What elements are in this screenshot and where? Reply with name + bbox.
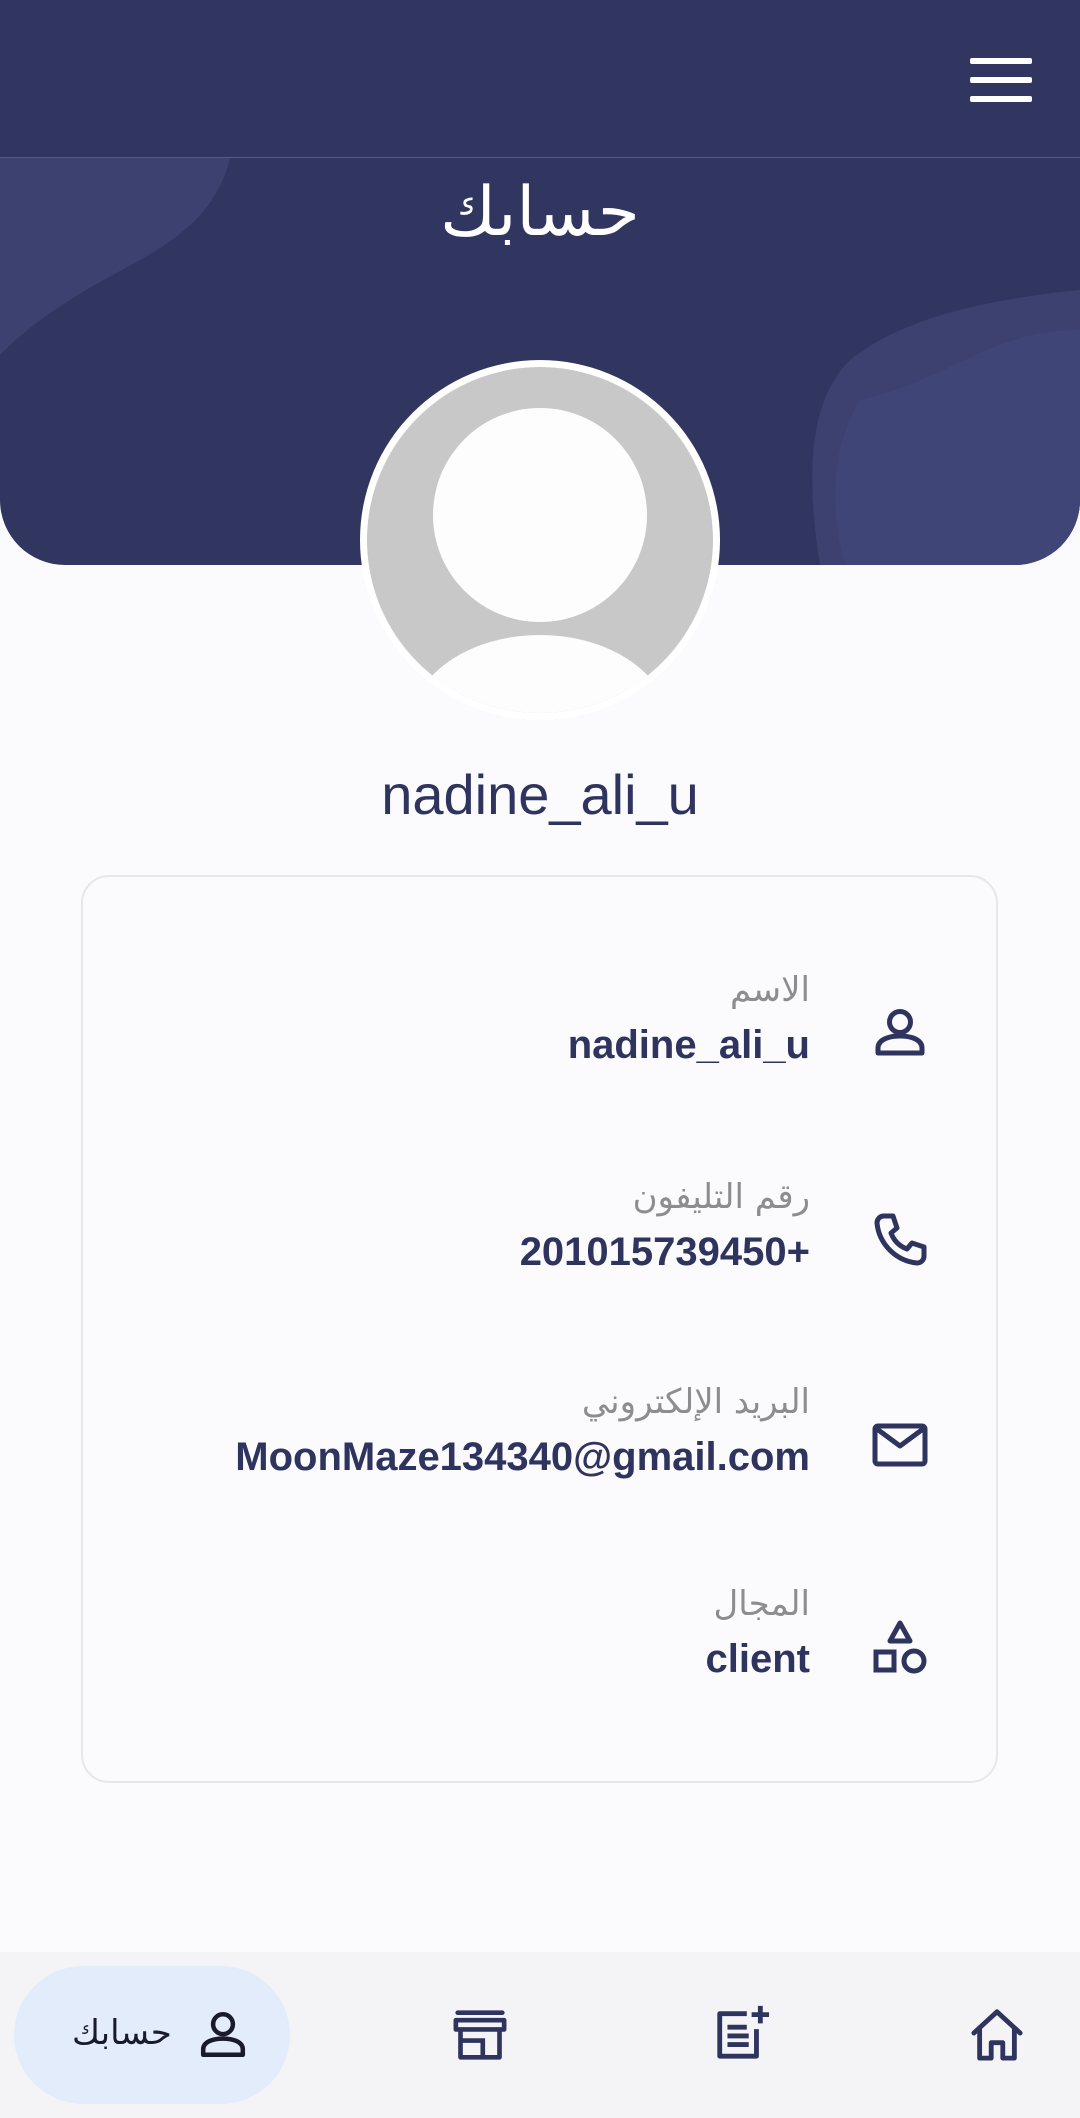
- field-value: client: [705, 1637, 810, 1681]
- field-label: المجال: [713, 1584, 810, 1624]
- add-note-icon[interactable]: [712, 2004, 770, 2062]
- info-row-name: الاسم nadine_ali_u: [83, 965, 996, 1105]
- page-title: حسابك: [440, 173, 640, 252]
- name-label: الاسم: [730, 970, 810, 1010]
- profile-info-card: الاسم nadine_ali_u رقم التليفون 20101573…: [81, 875, 998, 1783]
- hamburger-menu-icon[interactable]: [970, 58, 1032, 102]
- person-icon: [200, 2012, 246, 2058]
- phone-icon: [874, 1213, 927, 1266]
- info-row-email: البريد الإلكتروني MoonMaze134340@gmail.c…: [83, 1377, 996, 1517]
- default-avatar-icon: [367, 367, 713, 713]
- name-value: nadine_ali_u: [567, 1023, 810, 1067]
- mail-icon: [872, 1423, 928, 1467]
- shapes-icon: [873, 1620, 927, 1674]
- home-icon[interactable]: [968, 2006, 1026, 2062]
- phone-label: رقم التليفون: [632, 1177, 810, 1217]
- nav-item-account[interactable]: حسابك: [14, 1966, 290, 2104]
- phone-value: 201015739450+: [519, 1230, 810, 1274]
- email-value: MoonMaze134340@gmail.com: [235, 1435, 810, 1479]
- info-row-field: المجال client: [83, 1579, 996, 1719]
- info-row-phone: رقم التليفون 201015739450+: [83, 1172, 996, 1312]
- person-icon: [875, 1009, 925, 1056]
- bottom-navigation: حسابك: [0, 1952, 1080, 2118]
- email-label: البريد الإلكتروني: [581, 1382, 810, 1422]
- profile-username: nadine_ali_u: [381, 763, 699, 826]
- topbar-divider: [0, 157, 1080, 158]
- store-icon[interactable]: [452, 2009, 508, 2061]
- avatar[interactable]: [360, 360, 720, 720]
- nav-account-label: حسابك: [72, 2013, 172, 2053]
